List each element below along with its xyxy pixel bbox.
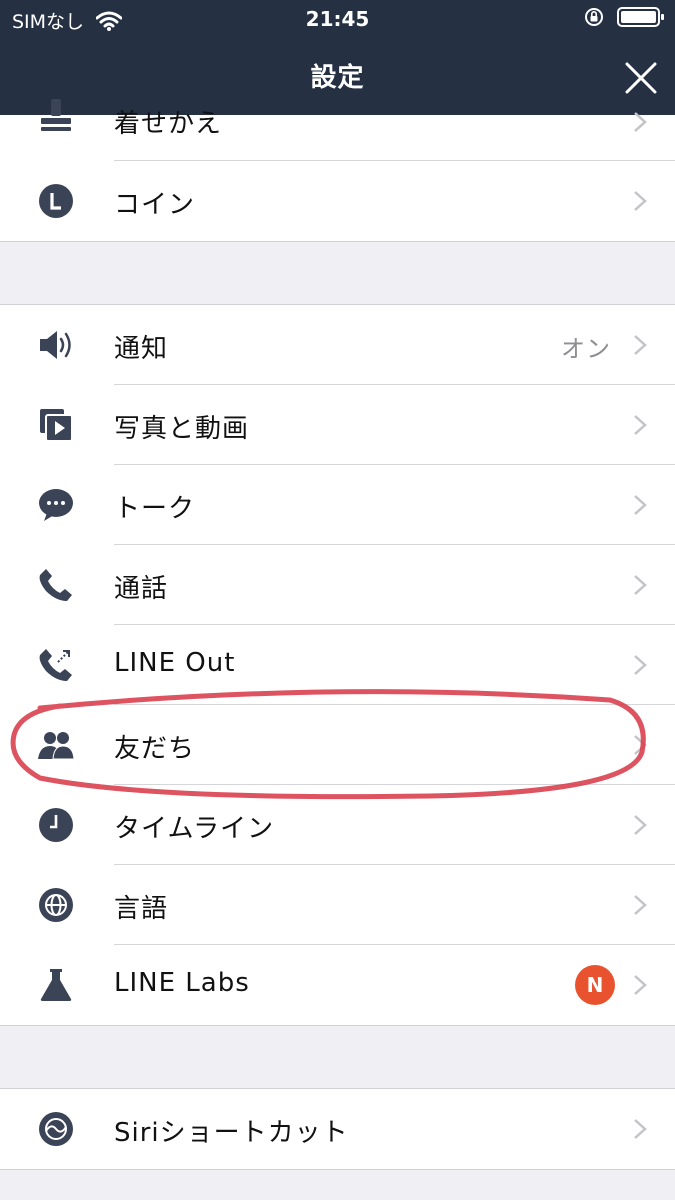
coin-icon: [39, 184, 73, 218]
settings-item-label: 通話: [114, 574, 169, 604]
settings-item-photos-videos[interactable]: 写真と動画: [0, 385, 675, 465]
siri-icon: [39, 1112, 73, 1146]
status-bar: SIMなし 21:45: [0, 0, 675, 40]
chevron-right-icon: [634, 655, 647, 675]
clock-icon: [39, 808, 73, 842]
settings-item-timeline[interactable]: タイムライン: [0, 785, 675, 865]
chevron-right-icon: [634, 112, 647, 132]
notifications-value: オン: [561, 335, 611, 363]
new-badge: N: [575, 965, 615, 1005]
settings-item-notifications[interactable]: 通知 オン: [0, 305, 675, 385]
settings-item-line-labs[interactable]: LINE Labs N: [0, 945, 675, 1025]
settings-item-chats[interactable]: トーク: [0, 465, 675, 545]
status-time: 21:45: [305, 7, 370, 31]
settings-item-siri-shortcuts[interactable]: Siriショートカット: [0, 1089, 675, 1169]
settings-item-label: 通知: [114, 334, 169, 364]
theme-icon: [41, 99, 71, 131]
settings-item-calls[interactable]: 通話: [0, 545, 675, 625]
chevron-right-icon: [634, 495, 647, 515]
settings-item-line-out[interactable]: LINE Out: [0, 625, 675, 705]
settings-item-label: Siriショートカット: [114, 1118, 349, 1148]
chevron-right-icon: [634, 575, 647, 595]
friends-icon: [38, 732, 75, 760]
settings-item-label: 着せかえ: [114, 109, 223, 139]
settings-item-label: コイン: [114, 190, 196, 220]
chevron-right-icon: [634, 975, 647, 995]
chevron-right-icon: [634, 895, 647, 915]
settings-item-label: 写真と動画: [114, 414, 250, 444]
settings-item-label: LINE Labs: [114, 968, 250, 998]
chevron-right-icon: [634, 735, 647, 755]
nav-bar: 設定: [0, 40, 675, 115]
chevron-right-icon: [634, 1119, 647, 1139]
phone-icon: [39, 569, 72, 601]
settings-item-friends[interactable]: 友だち: [0, 705, 675, 785]
chevron-right-icon: [634, 191, 647, 211]
settings-item-themes[interactable]: 着せかえ: [0, 99, 675, 161]
settings-group-top: 着せかえ コイン: [0, 99, 675, 242]
chevron-right-icon: [634, 335, 647, 355]
battery-icon: [617, 7, 664, 27]
settings-item-label: 友だち: [114, 734, 196, 764]
settings-item-coins[interactable]: コイン: [0, 161, 675, 241]
settings-item-label: トーク: [114, 494, 196, 524]
chevron-right-icon: [634, 815, 647, 835]
settings-item-language[interactable]: 言語: [0, 865, 675, 945]
chevron-right-icon: [634, 415, 647, 435]
settings-item-label: 言語: [114, 894, 169, 924]
settings-group-main: 通知 オン 写真と動画 トーク 通話 LINE Out 友だち タイムライン 言…: [0, 304, 675, 1026]
settings-group-bottom: Siriショートカット: [0, 1088, 675, 1170]
photo-video-icon: [40, 409, 73, 442]
close-icon[interactable]: [621, 58, 661, 98]
settings-item-label: LINE Out: [114, 648, 236, 678]
orientation-lock-icon: [585, 8, 603, 26]
globe-icon: [39, 888, 73, 922]
chat-bubble-icon: [39, 489, 73, 521]
phone-out-icon: [39, 649, 72, 681]
settings-list: 着せかえ コイン 通知 オン 写真と動画 トーク 通話 LINE Out 友だち…: [0, 99, 675, 1170]
speaker-icon: [40, 331, 71, 359]
settings-item-label: タイムライン: [114, 814, 275, 844]
page-title: 設定: [310, 63, 365, 93]
flask-icon: [40, 969, 72, 1001]
